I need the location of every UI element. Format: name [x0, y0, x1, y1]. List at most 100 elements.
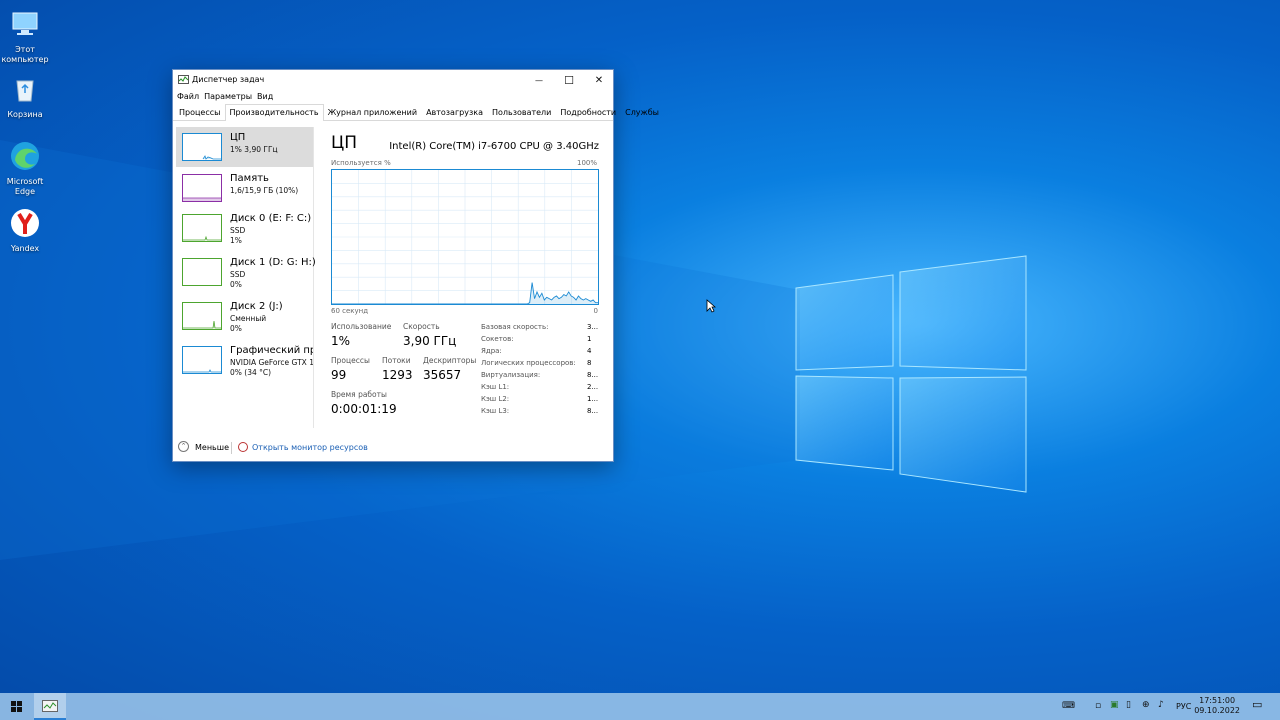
- graph-time-label: 60 секунд: [331, 307, 369, 315]
- this-pc-icon: [12, 12, 38, 35]
- tab-services[interactable]: Службы: [621, 104, 664, 120]
- menu-file[interactable]: Файл: [177, 90, 204, 104]
- notification-center-icon[interactable]: ▭: [1252, 698, 1262, 711]
- desktop-icon-label: Этот: [15, 45, 35, 54]
- volume-icon[interactable]: ♪: [1158, 700, 1164, 710]
- perf-item-title: Графический про: [230, 345, 313, 356]
- nvidia-tray-icon[interactable]: ▣: [1110, 700, 1119, 710]
- prop-value: 2...: [587, 383, 599, 391]
- tab-performance[interactable]: Производительность: [225, 104, 324, 121]
- perf-item-cpu[interactable]: ЦП 1% 3,90 ГГц: [176, 127, 313, 167]
- perf-item-subtitle: SSD: [230, 226, 246, 235]
- maximize-button[interactable]: ☐: [554, 70, 584, 90]
- usb-tray-icon[interactable]: ▯: [1126, 700, 1131, 710]
- resource-monitor-icon: [238, 442, 248, 452]
- cpu-heading: ЦП: [331, 133, 357, 153]
- perf-item-subtitle: Сменный: [230, 314, 267, 323]
- taskbar: ⌨ ▫ ▣ ▯ ⊕ ♪ РУС 17:51:00 09.10.2022 ▭: [0, 693, 1280, 720]
- prop-label: Логических процессоров:: [481, 359, 576, 367]
- tab-users[interactable]: Пользователи: [488, 104, 556, 120]
- performance-list: ЦП 1% 3,90 ГГц Память 1,6/15,9 ГБ (10%) …: [174, 127, 316, 428]
- task-manager-icon: [178, 75, 189, 84]
- desktop-icon-recycle-bin[interactable]: Корзина: [0, 73, 52, 120]
- minimize-icon: —: [535, 75, 543, 85]
- speed-value: 3,90 ГГц: [403, 334, 457, 348]
- keyboard-icon[interactable]: ⌨: [1062, 701, 1075, 711]
- tray-app-icon[interactable]: ▫: [1095, 701, 1101, 711]
- usage-label: Использование: [331, 322, 392, 331]
- prop-value: 1...: [587, 395, 599, 403]
- perf-item-value: 1%: [230, 236, 242, 245]
- tab-details[interactable]: Подробности: [556, 104, 621, 120]
- perf-item-title: Память: [230, 173, 269, 184]
- tab-app-history[interactable]: Журнал приложений: [324, 104, 423, 120]
- perf-item-title: Диск 1 (D: G: H:): [230, 257, 316, 268]
- perf-item-gpu[interactable]: Графический про NVIDIA GeForce GTX 10 0%…: [176, 340, 313, 380]
- handles-label: Дескрипторы: [423, 356, 477, 365]
- clock-time: 17:51:00: [1199, 696, 1236, 705]
- graph-usage-label: Используется %: [331, 159, 391, 167]
- desktop-icon-yandex[interactable]: Yandex: [0, 207, 52, 254]
- desktop-icon-this-pc[interactable]: Этот компьютер: [0, 8, 52, 65]
- desktop-icon-label: Microsoft: [6, 177, 44, 186]
- perf-item-subtitle: NVIDIA GeForce GTX 10: [230, 358, 313, 367]
- edge-icon: [11, 142, 39, 170]
- taskbar-task-manager[interactable]: [34, 693, 66, 720]
- threads-label: Потоки: [382, 356, 411, 365]
- handles-value: 35657: [423, 368, 462, 382]
- start-button[interactable]: [0, 693, 32, 720]
- desktop-icon-label: компьютер: [1, 55, 49, 64]
- perf-item-title: ЦП: [230, 132, 246, 143]
- processes-label: Процессы: [331, 356, 370, 365]
- fewer-details-button[interactable]: Меньше: [195, 443, 229, 452]
- network-icon[interactable]: ⊕: [1142, 700, 1150, 710]
- prop-label: Кэш L3:: [481, 407, 510, 415]
- recycle-bin-icon: [16, 80, 34, 102]
- perf-item-disk2[interactable]: Диск 2 (J:) Сменный 0%: [176, 296, 313, 336]
- memory-thumbnail-graph: [182, 174, 222, 202]
- usage-value: 1%: [331, 334, 351, 348]
- title-bar[interactable]: Диспетчер задач — ☐ ✕: [173, 70, 613, 90]
- prop-label: Ядра:: [481, 347, 502, 355]
- prop-value: 8...: [587, 371, 599, 379]
- close-icon: ✕: [594, 74, 604, 86]
- minimize-button[interactable]: —: [524, 70, 554, 90]
- threads-value: 1293: [382, 368, 413, 382]
- perf-item-title: Диск 0 (E: F: C:): [230, 213, 312, 224]
- desktop-icon-label: Edge: [14, 187, 36, 196]
- cpu-thumbnail-graph: [182, 133, 222, 161]
- task-manager-icon: [42, 699, 58, 712]
- perf-item-disk0[interactable]: Диск 0 (E: F: C:) SSD 1%: [176, 208, 313, 248]
- footer-bar: ⌃ Меньше Открыть монитор ресурсов: [173, 434, 613, 462]
- prop-value: 8...: [587, 407, 599, 415]
- chevron-up-icon[interactable]: ⌃: [178, 441, 189, 452]
- perf-item-subtitle: 1% 3,90 ГГц: [230, 145, 278, 154]
- language-indicator[interactable]: РУС: [1176, 702, 1191, 711]
- windows-start-icon: [10, 701, 22, 712]
- uptime-label: Время работы: [331, 390, 387, 399]
- desktop-icon-label: Корзина: [7, 110, 43, 119]
- desktop-icon-edge[interactable]: Microsoft Edge: [0, 140, 52, 197]
- tab-startup[interactable]: Автозагрузка: [422, 104, 488, 120]
- disk0-thumbnail-graph: [182, 214, 222, 242]
- tab-strip: Процессы Производительность Журнал прило…: [173, 104, 659, 121]
- perf-item-value: 0% (34 °C): [230, 368, 272, 377]
- menu-options[interactable]: Параметры: [204, 90, 257, 104]
- open-resource-monitor-link[interactable]: Открыть монитор ресурсов: [252, 443, 368, 452]
- perf-item-subtitle: 1,6/15,9 ГБ (10%): [230, 186, 299, 195]
- menu-view[interactable]: Вид: [257, 90, 278, 104]
- graph-zero-label: 0: [593, 307, 598, 315]
- close-button[interactable]: ✕: [584, 70, 614, 90]
- graph-max-label: 100%: [576, 159, 597, 167]
- mouse-cursor-icon: [706, 299, 716, 313]
- task-manager-window: Диспетчер задач — ☐ ✕ Файл Параметры Вид…: [172, 69, 659, 462]
- tab-processes[interactable]: Процессы: [175, 104, 225, 120]
- perf-item-title: Диск 2 (J:): [230, 301, 283, 312]
- speed-label: Скорость: [403, 322, 440, 331]
- prop-label: Кэш L2:: [481, 395, 510, 403]
- taskbar-clock[interactable]: 17:51:00 09.10.2022: [1194, 696, 1240, 716]
- perf-item-disk1[interactable]: Диск 1 (D: G: H:) SSD 0%: [176, 252, 316, 292]
- gpu-thumbnail-graph: [182, 346, 222, 374]
- perf-item-memory[interactable]: Память 1,6/15,9 ГБ (10%): [176, 168, 313, 208]
- prop-label: Кэш L1:: [481, 383, 510, 391]
